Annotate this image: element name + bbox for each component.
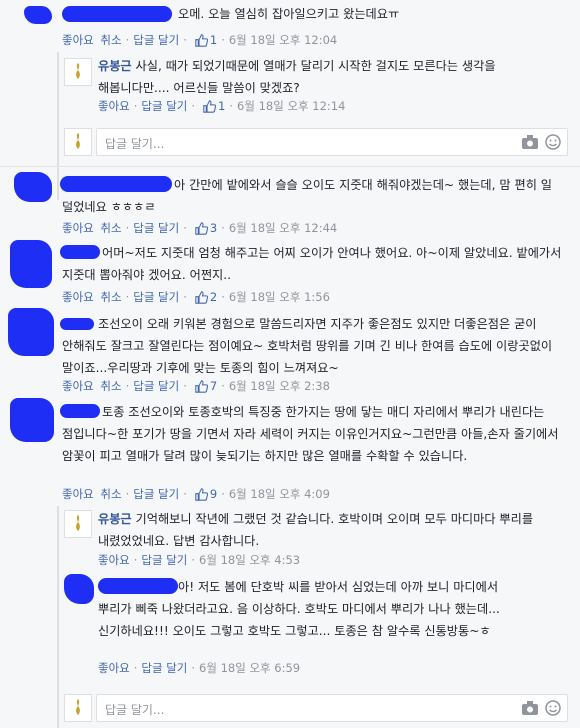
comment-actions: 좋아요 · 답글 달기 · 6월 18일 오후 4:53: [98, 553, 301, 567]
comment-text: 아 간만에 밭에와서 슬슬 오이도 지줏대 해줘야겠는데~ 했는데, 맘 편히 …: [62, 178, 552, 214]
thumbs-up-icon: [195, 291, 208, 304]
timestamp[interactable]: 6월 18일 오후 4:09: [229, 487, 330, 501]
comment-actions: 좋아요 취소 · 답글 달기 · 2 · 6월 18일 오후 1:56: [62, 290, 330, 304]
profile-icon: [76, 63, 80, 79]
commenter-name[interactable]: 유봉근: [98, 512, 132, 526]
like-button[interactable]: 좋아요: [98, 99, 130, 113]
comment-actions: 좋아요 취소 · 답글 달기 · 3 · 6월 18일 오후 12:44: [62, 221, 338, 235]
thumbs-up-icon: [203, 100, 217, 113]
avatar[interactable]: [64, 574, 94, 604]
like-count[interactable]: 7: [210, 379, 217, 393]
reply-button[interactable]: 답글 달기: [133, 33, 179, 47]
reply-button[interactable]: 답글 달기: [141, 661, 187, 675]
reply-button[interactable]: 답글 달기: [133, 487, 179, 501]
camera-icon[interactable]: [521, 700, 539, 716]
like-button[interactable]: 좋아요: [62, 33, 94, 47]
reply-input[interactable]: 답글 달기...: [96, 128, 568, 156]
comment-text: 기억해보니 작년에 그랬던 것 같습니다. 호박이며 오이며 모두 마디마다 뿌…: [98, 512, 534, 548]
camera-icon[interactable]: [521, 134, 539, 150]
like-count[interactable]: 2: [210, 290, 217, 304]
avatar: [64, 128, 92, 156]
like-button[interactable]: 좋아요: [62, 290, 94, 304]
reply-button[interactable]: 답글 달기: [141, 553, 187, 567]
comment-text: 사실, 때가 되었기때문에 열매가 달리기 시작한 걸지도 모른다는 생각을 해…: [98, 59, 496, 95]
avatar[interactable]: [14, 172, 52, 202]
timestamp[interactable]: 6월 18일 오후 6:59: [199, 661, 300, 675]
like-count[interactable]: 3: [210, 221, 217, 235]
timestamp[interactable]: 6월 18일 오후 12:44: [229, 221, 337, 235]
comment-actions: 좋아요 취소 · 답글 달기 · 1 · 6월 18일 오후 12:04: [62, 33, 338, 47]
cancel-button[interactable]: 취소: [100, 379, 121, 393]
thumbs-up-icon: [195, 34, 208, 47]
timestamp[interactable]: 6월 18일 오후 1:56: [229, 290, 330, 304]
like-count[interactable]: 1: [218, 99, 225, 113]
avatar[interactable]: [10, 240, 52, 288]
like-button[interactable]: 좋아요: [62, 379, 94, 393]
like-button[interactable]: 좋아요: [62, 487, 94, 501]
profile-icon: [76, 699, 80, 715]
timestamp[interactable]: 6월 18일 오후 12:04: [229, 33, 337, 47]
reply-button[interactable]: 답글 달기: [133, 379, 179, 393]
cancel-button[interactable]: 취소: [100, 290, 121, 304]
thumbs-up-icon: [195, 380, 208, 393]
comment-text: 조선오이 오래 키워본 경험으로 말씀드리자면 지주가 좋은점도 있지만 더좋은…: [62, 317, 553, 375]
avatar[interactable]: [64, 58, 92, 86]
sticker-icon[interactable]: [545, 700, 561, 716]
avatar[interactable]: [64, 510, 92, 538]
cancel-button[interactable]: 취소: [100, 33, 121, 47]
cancel-button[interactable]: 취소: [100, 221, 121, 235]
avatar: [64, 694, 92, 722]
comment-actions: 좋아요 · 답글 달기 · 6월 18일 오후 6:59: [98, 661, 301, 675]
divider: [0, 166, 580, 167]
comment-actions: 좋아요 취소 · 답글 달기 · 9 · 6월 18일 오후 4:09: [62, 487, 330, 501]
timestamp[interactable]: 6월 18일 오후 4:53: [199, 553, 300, 567]
reply-input[interactable]: 답글 달기...: [96, 694, 568, 722]
thumbs-up-icon: [195, 222, 208, 235]
comment-actions: 좋아요 취소 · 답글 달기 · 7 · 6월 18일 오후 2:38: [62, 379, 330, 393]
timestamp[interactable]: 6월 18일 오후 2:38: [229, 379, 330, 393]
reply-button[interactable]: 답글 달기: [141, 99, 187, 113]
profile-icon: [76, 515, 80, 531]
commenter-name[interactable]: 유봉근: [98, 59, 132, 73]
thread-line: [57, 52, 59, 200]
thread-line: [57, 506, 59, 728]
reply-placeholder: 답글 달기...: [105, 703, 165, 717]
comment-text: 토종 조선오이와 토종호박의 특징중 한가지는 땅에 닿는 매디 자리에서 뿌리…: [62, 405, 559, 463]
cancel-button[interactable]: 취소: [100, 487, 121, 501]
avatar[interactable]: [10, 398, 54, 442]
sticker-icon[interactable]: [545, 134, 561, 150]
like-button[interactable]: 좋아요: [98, 553, 130, 567]
like-button[interactable]: 좋아요: [62, 221, 94, 235]
commenter-name[interactable]: [62, 6, 172, 22]
reply-button[interactable]: 답글 달기: [133, 221, 179, 235]
like-button[interactable]: 좋아요: [98, 661, 130, 675]
reply-button[interactable]: 답글 달기: [133, 290, 179, 304]
thumbs-up-icon: [195, 488, 208, 501]
comment-actions: 좋아요 · 답글 달기 · 1 · 6월 18일 오후 12:14: [98, 99, 346, 113]
avatar[interactable]: [24, 6, 52, 24]
reply-placeholder: 답글 달기...: [105, 137, 165, 151]
comment-text: 어머~저도 지줏대 엄청 해주고는 어찌 오이가 안여나 했어요. 아~이제 알…: [62, 246, 562, 282]
like-count[interactable]: 9: [210, 487, 217, 501]
profile-icon: [76, 133, 80, 149]
comment-text: 아! 저도 봄에 단호박 씨를 받아서 심었는데 아까 보니 마디에서 뿌리가 …: [98, 580, 500, 638]
avatar[interactable]: [8, 308, 54, 356]
like-count[interactable]: 1: [210, 33, 217, 47]
comment-text: 오메. 오늘 열심히 잡아일으키고 왔는데요ㅠ: [178, 7, 400, 21]
timestamp[interactable]: 6월 18일 오후 12:14: [237, 99, 345, 113]
